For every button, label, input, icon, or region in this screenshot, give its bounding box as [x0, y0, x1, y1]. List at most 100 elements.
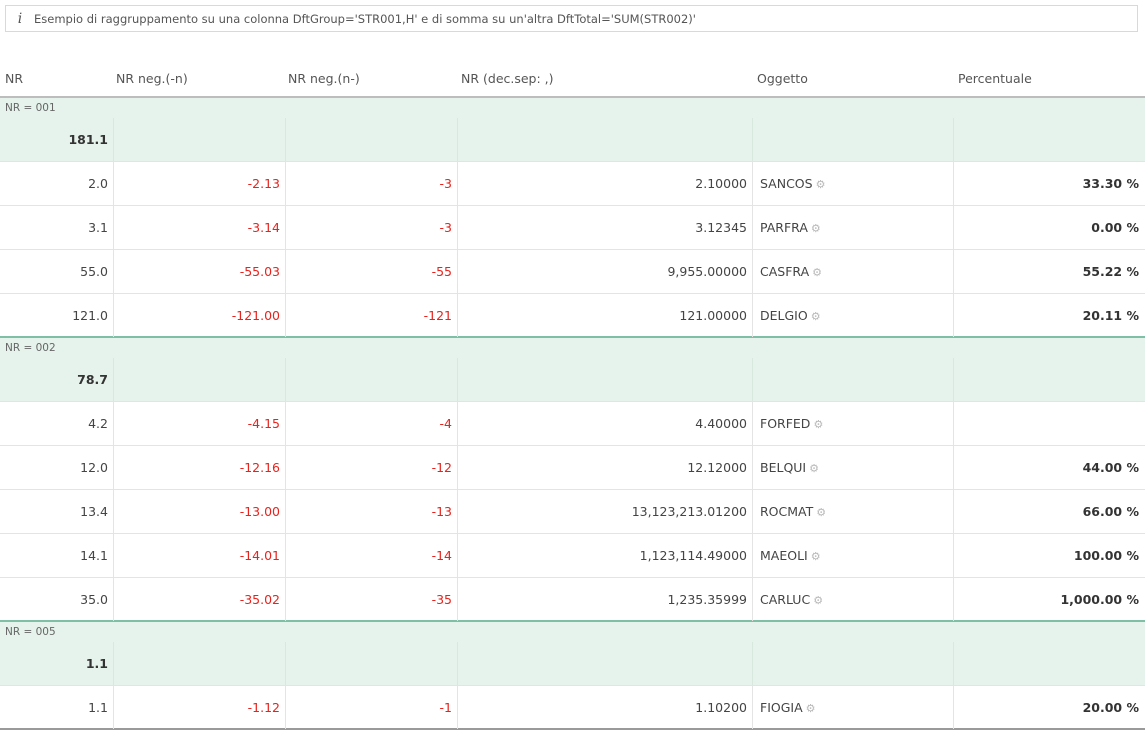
cell-nr-neg-n-minus: -55: [285, 250, 457, 293]
cell-percentuale: 0.00 %: [953, 206, 1145, 249]
cell-nr: 12.0: [80, 460, 108, 475]
group-total-value: 78.7: [77, 372, 108, 387]
empty-cell: [953, 358, 1145, 401]
cell-nr-dec-sep: 121.00000: [457, 294, 752, 337]
cell-oggetto: DELGIO ⚙: [752, 294, 953, 337]
cell-oggetto: SANCOS ⚙: [752, 162, 953, 205]
cell-percentuale: 20.00 %: [953, 686, 1145, 729]
group-header[interactable]: NR = 005: [0, 622, 1145, 642]
empty-cell: [285, 642, 457, 685]
empty-cell: [113, 642, 285, 685]
table-row[interactable]: 13.4 -13.00 -13 13,123,213.01200 ROCMAT ⚙ 66.0…: [0, 490, 1145, 534]
cell-nr-neg-minus-n: -35.02: [113, 578, 285, 621]
cell-nr-neg-n-minus: -3: [285, 206, 457, 249]
cell-nr-neg-minus-n: -3.14: [113, 206, 285, 249]
cell-percentuale: 55.22 %: [953, 250, 1145, 293]
cell-nr: 35.0: [80, 592, 108, 607]
cell-oggetto: MAEOLI ⚙: [752, 534, 953, 577]
gear-icon[interactable]: ⚙: [811, 550, 821, 563]
cell-nr: 14.1: [80, 548, 108, 563]
oggetto-value: ROCMAT: [760, 504, 814, 519]
gear-icon[interactable]: ⚙: [813, 418, 823, 431]
oggetto-value: MAEOLI: [760, 548, 808, 563]
oggetto-value: FORFED: [760, 416, 811, 431]
cell-nr-neg-n-minus: -4: [285, 402, 457, 445]
cell-percentuale: 33.30 %: [953, 162, 1145, 205]
table-row[interactable]: 4.2 -4.15 -4 4.40000 FORFED ⚙: [0, 402, 1145, 446]
cell-nr-dec-sep: 9,955.00000: [457, 250, 752, 293]
cell-oggetto: FIOGIA ⚙: [752, 686, 953, 729]
cell-nr-dec-sep: 13,123,213.01200: [457, 490, 752, 533]
cell-nr-neg-minus-n: -1.12: [113, 686, 285, 729]
cell-percentuale: 66.00 %: [953, 490, 1145, 533]
cell-percentuale: 20.11 %: [953, 294, 1145, 337]
table-row[interactable]: 121.0 -121.00 -121 121.00000 DELGIO ⚙ 20.11 %: [0, 294, 1145, 338]
table-row[interactable]: 2.0 -2.13 -3 2.10000 SANCOS ⚙ 33.30 %: [0, 162, 1145, 206]
empty-cell: [752, 358, 953, 401]
cell-nr-dec-sep: 1,123,114.49000: [457, 534, 752, 577]
cell-nr: 13.4: [80, 504, 108, 519]
group-header[interactable]: NR = 001: [0, 98, 1145, 118]
cell-nr-neg-n-minus: -35: [285, 578, 457, 621]
column-header-percentuale[interactable]: Percentuale: [958, 61, 1032, 96]
gear-icon[interactable]: ⚙: [816, 178, 826, 191]
empty-cell: [752, 118, 953, 161]
cell-nr-dec-sep: 3.12345: [457, 206, 752, 249]
cell-nr: 55.0: [80, 264, 108, 279]
column-header-oggetto[interactable]: Oggetto: [757, 61, 808, 96]
gear-icon[interactable]: ⚙: [812, 266, 822, 279]
empty-cell: [457, 118, 752, 161]
info-text: Esempio di raggruppamento su una colonna…: [34, 11, 696, 26]
cell-nr-neg-n-minus: -121: [285, 294, 457, 337]
cell-nr-neg-minus-n: -2.13: [113, 162, 285, 205]
cell-nr-dec-sep: 1.10200: [457, 686, 752, 729]
column-header-nr-dec-sep[interactable]: NR (dec.sep: ,): [461, 61, 554, 96]
cell-percentuale: [953, 402, 1145, 445]
empty-cell: [752, 642, 953, 685]
cell-nr: 3.1: [88, 220, 108, 235]
table-header: NR NR neg.(-n) NR neg.(n-) NR (dec.sep: …: [0, 61, 1145, 98]
empty-cell: [285, 358, 457, 401]
column-header-nr-neg-minus-n[interactable]: NR neg.(-n): [116, 61, 188, 96]
cell-oggetto: ROCMAT ⚙: [752, 490, 953, 533]
gear-icon[interactable]: ⚙: [811, 222, 821, 235]
info-bar: i Esempio di raggruppamento su una colon…: [5, 5, 1138, 32]
oggetto-value: FIOGIA: [760, 700, 803, 715]
table-row[interactable]: 35.0 -35.02 -35 1,235.35999 CARLUC ⚙ 1,000.00 …: [0, 578, 1145, 622]
info-icon: i: [17, 10, 23, 27]
empty-cell: [457, 358, 752, 401]
cell-oggetto: PARFRA ⚙: [752, 206, 953, 249]
cell-nr-neg-n-minus: -3: [285, 162, 457, 205]
table-row[interactable]: 3.1 -3.14 -3 3.12345 PARFRA ⚙ 0.00 %: [0, 206, 1145, 250]
group-total-value: 181.1: [68, 132, 108, 147]
table-row[interactable]: 12.0 -12.16 -12 12.12000 BELQUI ⚙ 44.00 %: [0, 446, 1145, 490]
group-total-value: 1.1: [85, 656, 108, 671]
gear-icon[interactable]: ⚙: [811, 310, 821, 323]
empty-cell: [113, 118, 285, 161]
gear-icon[interactable]: ⚙: [809, 462, 819, 475]
cell-nr: 4.2: [88, 416, 108, 431]
cell-nr-neg-minus-n: -121.00: [113, 294, 285, 337]
table-row[interactable]: 14.1 -14.01 -14 1,123,114.49000 MAEOLI ⚙ 100.0…: [0, 534, 1145, 578]
empty-cell: [953, 118, 1145, 161]
oggetto-value: BELQUI: [760, 460, 807, 475]
cell-nr-neg-n-minus: -1: [285, 686, 457, 729]
cell-percentuale: 1,000.00 %: [953, 578, 1145, 621]
gear-icon[interactable]: ⚙: [813, 594, 823, 607]
cell-oggetto: FORFED ⚙: [752, 402, 953, 445]
oggetto-value: SANCOS: [760, 176, 813, 191]
column-header-nr[interactable]: NR: [5, 61, 23, 96]
cell-oggetto: CARLUC ⚙: [752, 578, 953, 621]
cell-oggetto: CASFRA ⚙: [752, 250, 953, 293]
gear-icon[interactable]: ⚙: [806, 702, 816, 715]
oggetto-value: CARLUC: [760, 592, 811, 607]
column-header-nr-neg-n-minus[interactable]: NR neg.(n-): [288, 61, 360, 96]
table-row[interactable]: 55.0 -55.03 -55 9,955.00000 CASFRA ⚙ 55.22 %: [0, 250, 1145, 294]
cell-nr-dec-sep: 12.12000: [457, 446, 752, 489]
cell-percentuale: 100.00 %: [953, 534, 1145, 577]
group-header[interactable]: NR = 002: [0, 338, 1145, 358]
cell-nr-neg-n-minus: -12: [285, 446, 457, 489]
gear-icon[interactable]: ⚙: [816, 506, 826, 519]
cell-nr-dec-sep: 4.40000: [457, 402, 752, 445]
table-row[interactable]: 1.1 -1.12 -1 1.10200 FIOGIA ⚙ 20.00 %: [0, 686, 1145, 730]
